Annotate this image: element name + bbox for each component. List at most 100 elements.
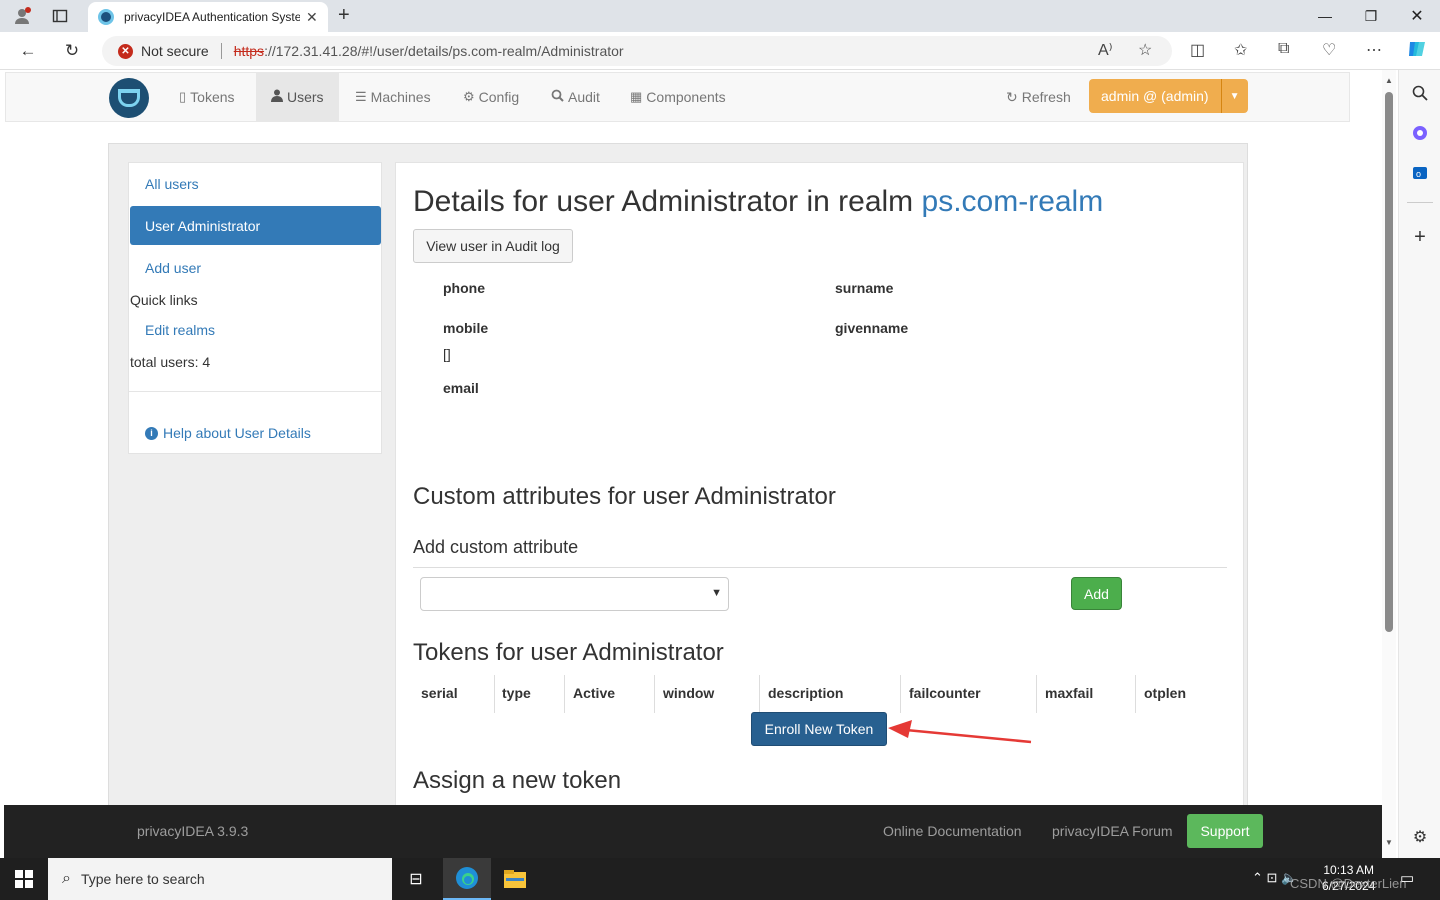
scroll-up-icon[interactable]: ▲ [1385, 76, 1393, 85]
online-documentation-link[interactable]: Online Documentation [883, 823, 1022, 839]
nav-components[interactable]: ▦ Components [615, 73, 741, 121]
taskbar-search-box[interactable]: ⌕ Type here to search [48, 858, 392, 900]
refresh-button[interactable]: ↻ Refresh [1006, 73, 1071, 121]
collections-icon[interactable]: ⧉ [1278, 40, 1289, 58]
more-menu-icon[interactable]: ⋯ [1366, 40, 1382, 60]
nav-config[interactable]: ⚙ Config [448, 73, 534, 121]
sidebar-divider [1407, 202, 1433, 203]
windows-taskbar: ⌕ Type here to search ⊟ ⌃ ⊡ 🔈 10:13 AM 6/… [0, 858, 1440, 900]
reload-icon[interactable]: ↻ [58, 38, 86, 64]
favorite-star-icon[interactable]: ☆ [1138, 40, 1152, 60]
page-scrollbar[interactable]: ▲ ▼ [1382, 70, 1396, 858]
content-container: All users User Administrator Add user Qu… [108, 143, 1248, 858]
profile-icon[interactable] [10, 0, 34, 32]
nav-components-label: Components [646, 89, 726, 105]
browser-essentials-icon[interactable]: ♡ [1322, 40, 1336, 60]
notifications-icon[interactable]: ▭ [1400, 869, 1414, 887]
admin-dropdown[interactable]: admin @ (admin) ▼ [1089, 79, 1248, 113]
nav-tokens-label: Tokens [190, 89, 235, 105]
custom-attributes-heading: Custom attributes for user Administrator [413, 483, 836, 510]
version-label: privacyIDEA 3.9.3 [137, 823, 249, 839]
windows-start-icon[interactable] [0, 858, 48, 900]
list-icon: ☰ [355, 89, 367, 104]
url-separator [220, 43, 222, 59]
nav-users-label: Users [287, 89, 324, 105]
column-divider [759, 675, 760, 713]
read-aloud-icon[interactable]: A⁾ [1098, 40, 1113, 60]
help-label: Help about User Details [163, 425, 311, 441]
edge-taskbar-icon[interactable] [443, 858, 491, 900]
assign-token-heading: Assign a new token [413, 767, 622, 794]
realm-link[interactable]: ps.com-realm [922, 185, 1104, 218]
tablet-icon: ▯ [179, 89, 187, 104]
nav-machines-label: Machines [370, 89, 431, 105]
outlook-icon[interactable]: o [1407, 160, 1433, 186]
nav-audit[interactable]: Audit [536, 73, 615, 121]
field-surname-label: surname [835, 280, 894, 296]
privacyidea-logo[interactable] [109, 78, 149, 118]
title-prefix: Details for user Administrator in realm [413, 185, 914, 218]
support-button[interactable]: Support [1187, 814, 1263, 848]
close-window-icon[interactable]: ✕ [1394, 0, 1440, 32]
address-bar-row: ← ↻ ✕ Not secure https://172.31.41.28/#!… [0, 32, 1440, 70]
copilot-icon[interactable] [1406, 38, 1428, 65]
column-header-serial[interactable]: serial [421, 685, 458, 701]
nav-users[interactable]: Users [256, 73, 339, 121]
view-audit-log-button[interactable]: View user in Audit log [413, 229, 573, 263]
help-user-details-link[interactable]: i Help about User Details [145, 425, 311, 441]
info-icon: i [145, 426, 158, 440]
back-icon[interactable]: ← [14, 38, 42, 64]
sidebar-edit-realms[interactable]: Edit realms [145, 322, 215, 338]
sidebar-add-user[interactable]: Add user [145, 260, 201, 276]
copilot-app-icon[interactable] [1407, 120, 1433, 146]
add-attribute-button[interactable]: Add [1071, 577, 1122, 610]
column-header-description[interactable]: description [768, 685, 843, 701]
add-sidebar-app-icon[interactable]: + [1407, 224, 1433, 250]
column-header-otplen[interactable]: otplen [1144, 685, 1186, 701]
nav-tokens[interactable]: ▯ Tokens [164, 73, 250, 121]
sidebar-divider [129, 391, 381, 392]
column-header-window[interactable]: window [663, 685, 714, 701]
browser-tab[interactable]: privacyIDEA Authentication Syste ✕ [88, 2, 328, 32]
sidebar-all-users[interactable]: All users [145, 176, 199, 192]
custom-attribute-select[interactable]: ▼ [420, 577, 729, 611]
column-header-active[interactable]: Active [573, 685, 615, 701]
column-divider [654, 675, 655, 713]
scroll-down-icon[interactable]: ▼ [1385, 838, 1393, 847]
user-details-panel: Details for user Administrator in realm … [395, 162, 1244, 858]
refresh-label: Refresh [1021, 89, 1071, 105]
task-view-icon[interactable]: ⊟ [392, 858, 440, 900]
column-header-type[interactable]: type [502, 685, 531, 701]
nav-config-label: Config [478, 89, 520, 105]
column-header-failcounter[interactable]: failcounter [909, 685, 981, 701]
settings-gear-icon[interactable]: ⚙ [1407, 824, 1433, 850]
refresh-icon: ↻ [1006, 88, 1018, 105]
close-tab-icon[interactable]: ✕ [306, 9, 318, 26]
section-divider [413, 567, 1227, 568]
search-icon[interactable] [1407, 80, 1433, 106]
minimize-icon[interactable]: — [1302, 0, 1348, 32]
url-field[interactable]: ✕ Not secure https://172.31.41.28/#!/use… [102, 36, 1172, 66]
svg-text:o: o [1416, 169, 1421, 179]
caret-down-icon[interactable]: ▼ [1221, 79, 1248, 113]
column-header-maxfail[interactable]: maxfail [1045, 685, 1093, 701]
file-explorer-icon[interactable] [491, 858, 539, 900]
restore-icon[interactable]: ❐ [1348, 0, 1394, 32]
column-divider [1036, 675, 1037, 713]
privacyidea-favicon-icon [98, 9, 114, 25]
column-divider [564, 675, 565, 713]
forum-link[interactable]: privacyIDEA Forum [1052, 823, 1173, 839]
sidebar-user-administrator[interactable]: User Administrator [130, 206, 381, 245]
split-screen-icon[interactable]: ◫ [1190, 40, 1205, 60]
favorites-icon[interactable]: ✩ [1234, 40, 1247, 60]
admin-button[interactable]: admin @ (admin) [1089, 79, 1222, 113]
nav-machines[interactable]: ☰ Machines [340, 73, 446, 121]
new-tab-icon[interactable]: + [338, 4, 350, 27]
tab-actions-icon[interactable] [48, 0, 72, 32]
url-scheme: https [233, 43, 265, 59]
column-divider [1135, 675, 1136, 713]
scrollbar-thumb[interactable] [1385, 92, 1393, 632]
edge-sidebar: o + ⚙ [1398, 70, 1440, 858]
enroll-new-token-button[interactable]: Enroll New Token [751, 712, 887, 746]
chevron-down-icon: ▼ [711, 587, 722, 599]
